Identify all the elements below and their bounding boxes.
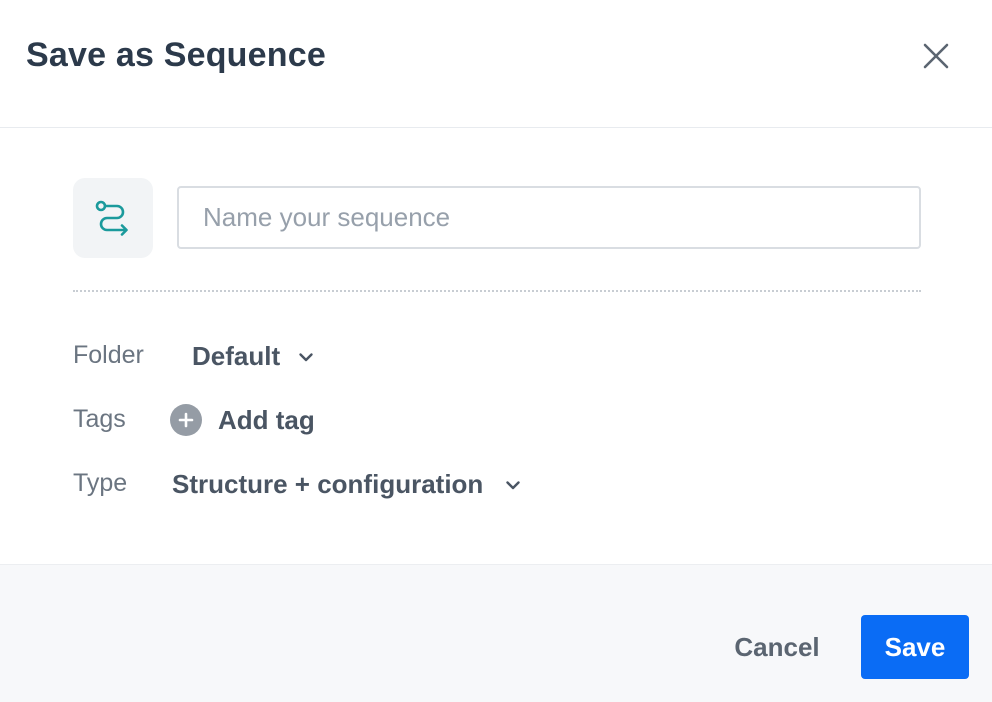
sequence-route-icon xyxy=(95,200,128,236)
close-icon xyxy=(923,43,949,69)
dialog-footer: Cancel Save xyxy=(0,564,992,702)
folder-dropdown[interactable]: Default xyxy=(192,341,314,372)
save-as-sequence-dialog: Save as Sequence Folder Default Tags xyxy=(0,0,992,702)
tags-label: Tags xyxy=(73,405,126,433)
type-label: Type xyxy=(73,469,128,497)
type-value: Structure + configuration xyxy=(172,469,484,499)
close-button[interactable] xyxy=(914,34,958,78)
plus-circle-icon xyxy=(170,404,202,436)
save-button[interactable]: Save xyxy=(861,615,969,679)
chevron-down-icon xyxy=(298,349,314,365)
cancel-button[interactable]: Cancel xyxy=(718,615,836,679)
chevron-down-icon xyxy=(505,477,521,493)
folder-label: Folder xyxy=(73,341,144,369)
section-divider xyxy=(73,290,921,292)
add-tag-label: Add tag xyxy=(218,404,315,435)
dialog-header: Save as Sequence xyxy=(0,0,992,128)
dialog-title: Save as Sequence xyxy=(26,36,326,74)
add-tag-button[interactable]: Add tag xyxy=(170,404,315,436)
sequence-icon-box xyxy=(73,178,153,258)
dialog-body: Folder Default Tags Add tag Type Structu… xyxy=(0,129,992,564)
sequence-name-input[interactable] xyxy=(177,186,921,249)
folder-value: Default xyxy=(192,341,281,371)
type-dropdown[interactable]: Structure + configuration xyxy=(172,469,521,500)
